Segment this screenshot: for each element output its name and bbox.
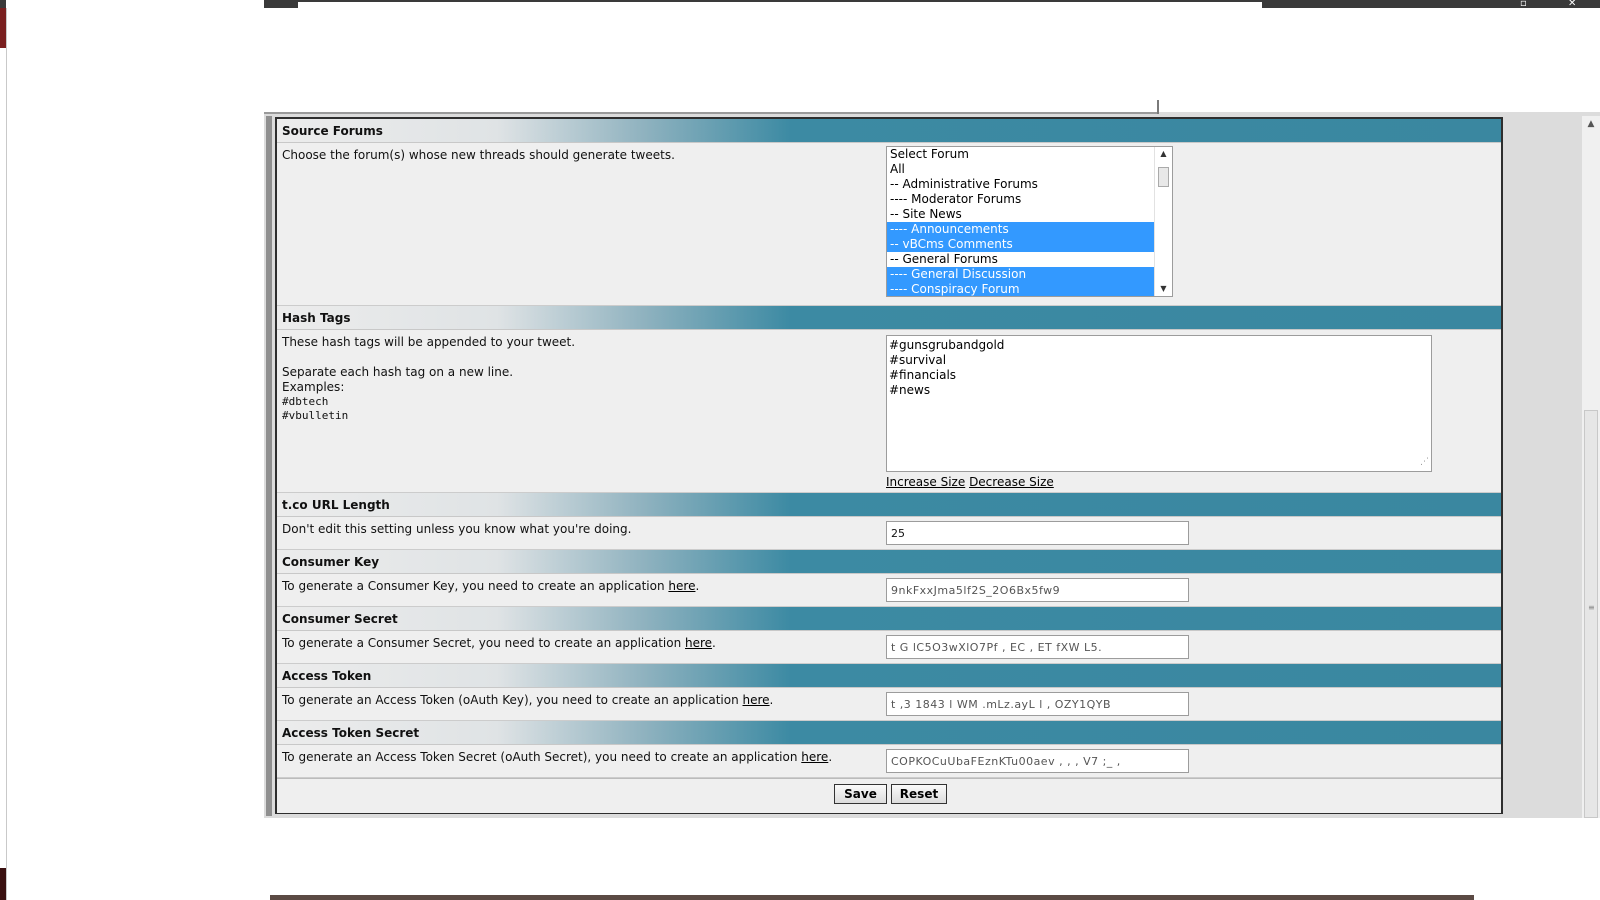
forum-option[interactable]: Select Forum xyxy=(887,147,1154,162)
consumer-secret-text: To generate a Consumer Secret, you need … xyxy=(282,636,685,650)
access-token-secret-text: To generate an Access Token Secret (oAut… xyxy=(282,750,802,764)
forum-option[interactable]: ---- General Discussion xyxy=(887,267,1154,282)
hash-tags-textarea[interactable]: #gunsgrubandgold #survival #financials #new… xyxy=(886,335,1432,472)
consumer-secret-here-link[interactable]: here xyxy=(685,636,712,650)
top-strip-segment xyxy=(298,2,1262,8)
access-token-here-link[interactable]: here xyxy=(743,693,770,707)
hash-tags-row: These hash tags will be appended to your… xyxy=(277,330,1501,493)
top-divider xyxy=(264,112,1159,114)
hash-tag-line: #news xyxy=(889,383,931,397)
access-token-period: . xyxy=(769,693,774,707)
section-header-tco-length: t.co URL Length xyxy=(277,493,1501,517)
increase-size-link[interactable]: Increase Size xyxy=(886,475,965,489)
hash-tag-line: #gunsgrubandgold xyxy=(889,338,1005,352)
consumer-key-input[interactable]: 9nkFxxJma5lf2S_2O6Bx5fw9 xyxy=(886,578,1189,602)
forum-multiselect[interactable]: Select Forum All -- Administrative Forums -… xyxy=(886,146,1173,297)
panel-shadow xyxy=(266,116,272,816)
section-header-access-token-secret: Access Token Secret xyxy=(277,721,1501,745)
access-token-description: To generate an Access Token (oAuth Key),… xyxy=(282,693,773,708)
consumer-secret-input[interactable]: t G lC5O3wXlO7Pf , EC , ET fXW L5. xyxy=(886,635,1189,659)
top-strip-segment xyxy=(6,0,264,8)
scroll-down-icon[interactable]: ▼ xyxy=(1155,282,1172,296)
forum-option[interactable]: All xyxy=(887,162,1154,177)
section-header-consumer-key: Consumer Key xyxy=(277,550,1501,574)
consumer-key-description: To generate a Consumer Key, you need to … xyxy=(282,579,699,594)
tco-length-row: Don't edit this setting unless you know … xyxy=(277,517,1501,550)
hash-tag-line: #financials xyxy=(889,368,957,382)
access-token-text: To generate an Access Token (oAuth Key),… xyxy=(282,693,743,707)
window-top-strip: ▫ ✕ xyxy=(0,0,1600,9)
forum-option[interactable]: ---- Moderator Forums xyxy=(887,192,1154,207)
consumer-secret-row: To generate a Consumer Secret, you need … xyxy=(277,631,1501,664)
consumer-key-row: To generate a Consumer Key, you need to … xyxy=(277,574,1501,607)
tco-length-input[interactable]: 25 xyxy=(886,521,1189,545)
reset-button[interactable]: Reset xyxy=(891,784,947,804)
close-icon[interactable]: ✕ xyxy=(1568,0,1576,9)
forum-option-list: Select Forum All -- Administrative Forums -… xyxy=(887,147,1172,296)
save-button[interactable]: Save xyxy=(834,784,887,804)
hash-tags-description: These hash tags will be appended to your… xyxy=(282,335,575,423)
edge-marker xyxy=(0,8,6,48)
hash-tag-lines: #gunsgrubandgold #survival #financials #new… xyxy=(889,338,1429,398)
access-token-secret-input[interactable]: COPKOCuUbaFEznKTu00aev , , , V7 ;_ , xyxy=(886,749,1189,773)
hash-tags-line: Separate each hash tag on a new line. xyxy=(282,365,514,379)
forum-option[interactable]: -- Site News xyxy=(887,207,1154,222)
scroll-up-icon[interactable]: ▲ xyxy=(1155,147,1172,161)
bottom-taskbar-fragment xyxy=(270,895,1474,900)
example-tag: #vbulletin xyxy=(282,409,349,422)
hash-tags-line: Examples: xyxy=(282,380,345,394)
forum-option[interactable]: -- General Forums xyxy=(887,252,1154,267)
divider-tick xyxy=(1157,100,1159,114)
listbox-scroll-thumb[interactable] xyxy=(1158,167,1169,187)
access-token-secret-here-link[interactable]: here xyxy=(801,750,828,764)
section-header-consumer-secret: Consumer Secret xyxy=(277,607,1501,631)
access-token-row: To generate an Access Token (oAuth Key),… xyxy=(277,688,1501,721)
grip-icon: ≡ xyxy=(1588,603,1595,612)
source-forums-row: Choose the forum(s) whose new threads sh… xyxy=(277,143,1501,306)
section-header-access-token: Access Token xyxy=(277,664,1501,688)
forum-option[interactable]: -- Administrative Forums xyxy=(887,177,1154,192)
textarea-size-links: Increase Size Decrease Size xyxy=(886,475,1054,489)
restore-icon[interactable]: ▫ xyxy=(1520,0,1527,9)
access-token-secret-row: To generate an Access Token Secret (oAut… xyxy=(277,745,1501,778)
hash-tags-line: These hash tags will be appended to your… xyxy=(282,335,576,349)
section-header-source-forums: Source Forums xyxy=(277,119,1501,143)
access-token-secret-description: To generate an Access Token Secret (oAut… xyxy=(282,750,832,765)
resize-grip-icon[interactable]: ⋰ xyxy=(1420,455,1429,470)
page-scrollbar[interactable]: ▲ ≡ xyxy=(1582,116,1600,818)
example-tag: #dbtech xyxy=(282,395,329,408)
scroll-up-icon[interactable]: ▲ xyxy=(1582,116,1600,132)
forum-option[interactable]: ---- Announcements xyxy=(887,222,1154,237)
source-forums-description: Choose the forum(s) whose new threads sh… xyxy=(282,148,675,162)
hash-tag-line: #survival xyxy=(889,353,947,367)
tco-length-description: Don't edit this setting unless you know … xyxy=(282,522,632,536)
forum-option[interactable]: -- vBCms Comments xyxy=(887,237,1154,252)
scrollbar-thumb[interactable]: ≡ xyxy=(1584,410,1598,818)
consumer-secret-description: To generate a Consumer Secret, you need … xyxy=(282,636,716,651)
consumer-key-here-link[interactable]: here xyxy=(668,579,695,593)
form-footer: Save Reset xyxy=(277,778,1501,813)
access-token-secret-period: . xyxy=(828,750,833,764)
listbox-scrollbar[interactable]: ▲ ▼ xyxy=(1154,147,1172,296)
forum-option[interactable]: ---- Conspiracy Forum xyxy=(887,282,1154,296)
access-token-input[interactable]: t ,3 1843 l WM .mLz.ayL l , OZY1QYB xyxy=(886,692,1189,716)
left-window-edge xyxy=(0,8,7,900)
edge-marker xyxy=(0,868,6,900)
consumer-secret-period: . xyxy=(712,636,716,650)
decrease-size-link[interactable]: Decrease Size xyxy=(969,475,1054,489)
settings-form: Source Forums Choose the forum(s) whose … xyxy=(275,117,1503,814)
consumer-key-text: To generate a Consumer Key, you need to … xyxy=(282,579,669,593)
consumer-key-period: . xyxy=(695,579,700,593)
section-header-hash-tags: Hash Tags xyxy=(277,306,1501,330)
